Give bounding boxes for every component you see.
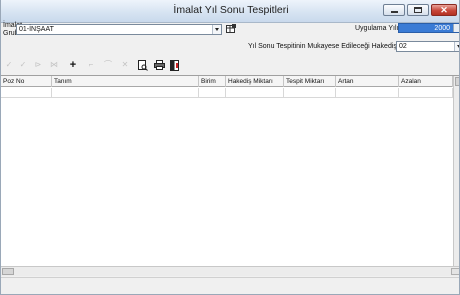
table-cell[interactable] [399, 88, 453, 98]
uygulama-yili-value: 2000 [434, 25, 450, 32]
horizontal-scrollbar[interactable] [1, 266, 459, 276]
maximize-icon [414, 7, 422, 13]
uygulama-yili-input[interactable]: 2000 [398, 23, 459, 33]
scroll-thumb[interactable] [2, 268, 14, 275]
redo-icon[interactable]: ⌒ [102, 58, 114, 72]
delete-icon[interactable]: ✕ [119, 58, 131, 72]
print-icon[interactable] [153, 58, 165, 72]
first-icon[interactable]: ⊳ [32, 58, 44, 72]
hakedis-select[interactable]: 02 [396, 41, 459, 52]
window-controls: ✕ [383, 4, 457, 16]
undo-icon[interactable]: ⌐ [85, 58, 97, 72]
column-header-tanim[interactable]: Tanım [52, 76, 199, 87]
grid-header: Poz No Tanım Birim Hakediş Miktarı Tespi… [1, 76, 453, 87]
prev-icon[interactable]: ⋈ [48, 58, 60, 72]
scroll-right-button[interactable] [451, 268, 459, 275]
imalat-grubu-select[interactable]: 01-İNŞAAT [16, 24, 222, 35]
column-header-azalan[interactable]: Azalan [399, 76, 453, 87]
table-cell[interactable] [52, 88, 199, 98]
minimize-icon [390, 11, 398, 13]
column-header-artan[interactable]: Artan [336, 76, 399, 87]
check-icon[interactable]: ✓ [17, 58, 29, 72]
export-icon[interactable] [169, 58, 181, 72]
imalat-grubu-value: 01-İNŞAAT [19, 26, 54, 33]
vertical-scrollbar[interactable] [453, 76, 459, 267]
table-cell[interactable] [226, 88, 284, 98]
app-window: İmalat Yıl Sonu Tespitleri ✕ İmalat Grub… [0, 0, 460, 295]
minimize-button[interactable] [383, 4, 405, 16]
uygulama-yili-label: Uygulama Yılı [355, 25, 399, 32]
table-cell[interactable] [284, 88, 336, 98]
hakedis-label: Yıl Sonu Tespitinin Mukayese Edileceği H… [248, 43, 408, 50]
preview-icon[interactable] [137, 58, 149, 72]
hakedis-value: 02 [399, 43, 407, 50]
status-bar [1, 277, 459, 294]
table-cell[interactable] [336, 88, 399, 98]
close-icon: ✕ [440, 4, 448, 15]
column-header-poz-no[interactable]: Poz No [1, 76, 52, 87]
column-header-tespit-miktari[interactable]: Tespit Miktarı [284, 76, 336, 87]
toolbar: ✓ ✓ ⊳ ⋈ + ⌐ ⌒ ✕ [1, 58, 201, 74]
add-icon[interactable]: + [67, 58, 79, 72]
maximize-button[interactable] [407, 4, 429, 16]
table-row[interactable] [1, 88, 453, 98]
chevron-down-icon[interactable] [454, 42, 459, 51]
lookup-icon[interactable] [226, 24, 236, 34]
close-button[interactable]: ✕ [431, 4, 457, 16]
spin-icon[interactable] [453, 24, 459, 32]
column-header-hakedis-miktari[interactable]: Hakediş Miktarı [226, 76, 284, 87]
table-cell[interactable] [199, 88, 226, 98]
table-cell[interactable] [1, 88, 52, 98]
data-grid[interactable]: Poz No Tanım Birim Hakediş Miktarı Tespi… [1, 75, 459, 267]
check-icon[interactable]: ✓ [3, 58, 15, 72]
scroll-thumb[interactable] [455, 77, 459, 86]
column-header-birim[interactable]: Birim [199, 76, 226, 87]
chevron-down-icon[interactable] [212, 25, 221, 34]
title-bar: İmalat Yıl Sonu Tespitleri ✕ [1, 0, 459, 23]
